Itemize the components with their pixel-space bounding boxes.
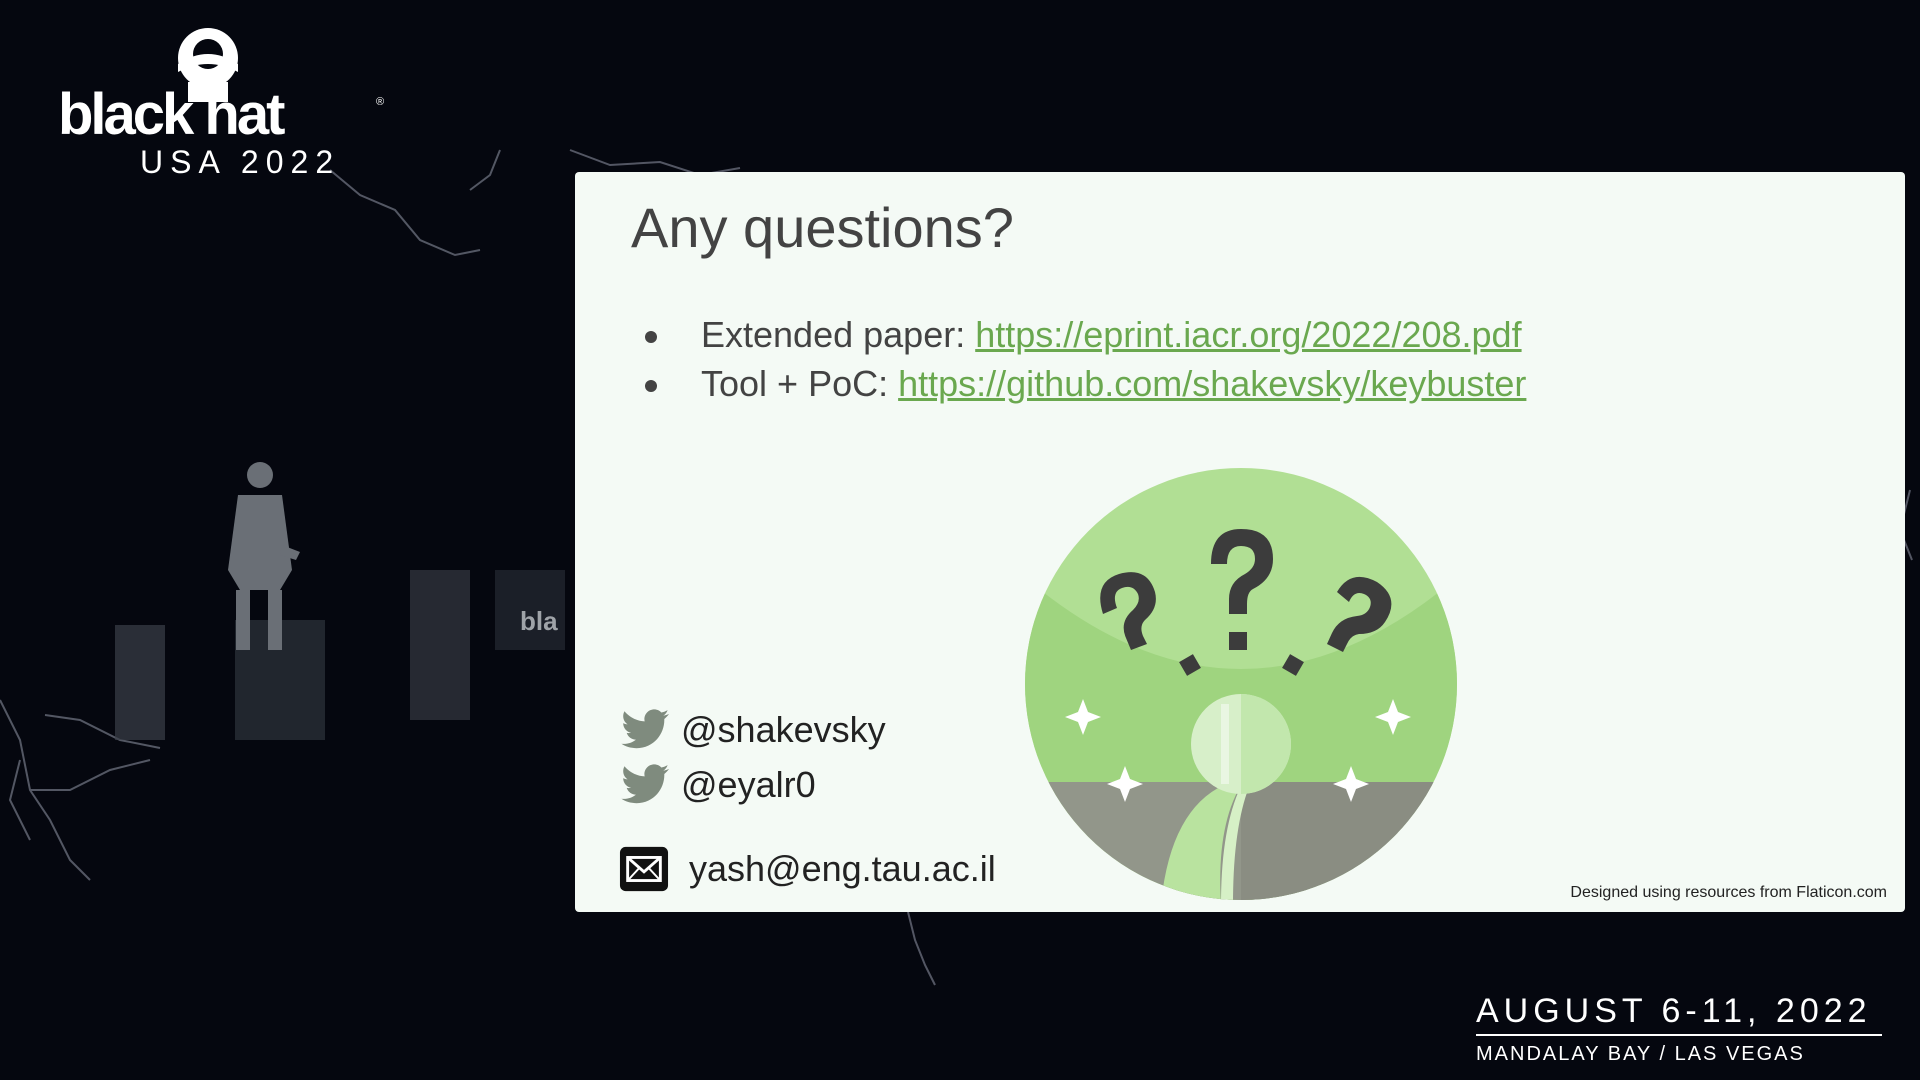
blackhat-logo: black hat ® USA 2022 bbox=[58, 24, 388, 178]
questions-illustration bbox=[1025, 468, 1457, 900]
svg-text:bla: bla bbox=[520, 606, 558, 636]
logo-wordmark: black hat bbox=[58, 82, 285, 147]
mail-icon bbox=[619, 846, 669, 892]
presentation-slide: Any questions? Extended paper: https://e… bbox=[575, 172, 1905, 912]
logo-subtitle: USA 2022 bbox=[140, 144, 341, 180]
image-credit: Designed using resources from Flaticon.c… bbox=[1570, 884, 1887, 901]
list-item: Tool + PoC: https://github.com/shakevsky… bbox=[645, 359, 1526, 408]
slide-title: Any questions? bbox=[631, 196, 1014, 259]
speaker-video: bla bbox=[115, 462, 565, 740]
event-dates: AUGUST 6-11, 2022 bbox=[1476, 992, 1872, 1030]
list-item: Extended paper: https://eprint.iacr.org/… bbox=[645, 310, 1526, 359]
registered-mark: ® bbox=[376, 96, 385, 108]
twitter-icon bbox=[621, 764, 669, 804]
paper-link[interactable]: https://eprint.iacr.org/2022/208.pdf bbox=[975, 314, 1521, 355]
email-address: yash@eng.tau.ac.il bbox=[689, 848, 996, 889]
twitter-icon bbox=[621, 709, 669, 749]
bullet-dot bbox=[645, 331, 657, 343]
event-info: AUGUST 6-11, 2022 MANDALAY BAY / LAS VEG… bbox=[1476, 994, 1882, 1064]
divider bbox=[1476, 1034, 1882, 1036]
contact-twitter-1: @shakevsky bbox=[619, 706, 886, 754]
github-link[interactable]: https://github.com/shakevsky/keybuster bbox=[898, 363, 1526, 404]
twitter-handle: @shakevsky bbox=[681, 709, 886, 750]
link-list: Extended paper: https://eprint.iacr.org/… bbox=[645, 310, 1526, 408]
bullet-dot bbox=[645, 380, 657, 392]
twitter-handle: @eyalr0 bbox=[681, 764, 816, 805]
event-venue: MANDALAY BAY / LAS VEGAS bbox=[1476, 1043, 1805, 1065]
paper-label: Extended paper: bbox=[701, 314, 976, 355]
contact-email: yash@eng.tau.ac.il bbox=[619, 844, 996, 894]
contact-twitter-2: @eyalr0 bbox=[619, 761, 816, 809]
tool-label: Tool + PoC: bbox=[701, 363, 899, 404]
